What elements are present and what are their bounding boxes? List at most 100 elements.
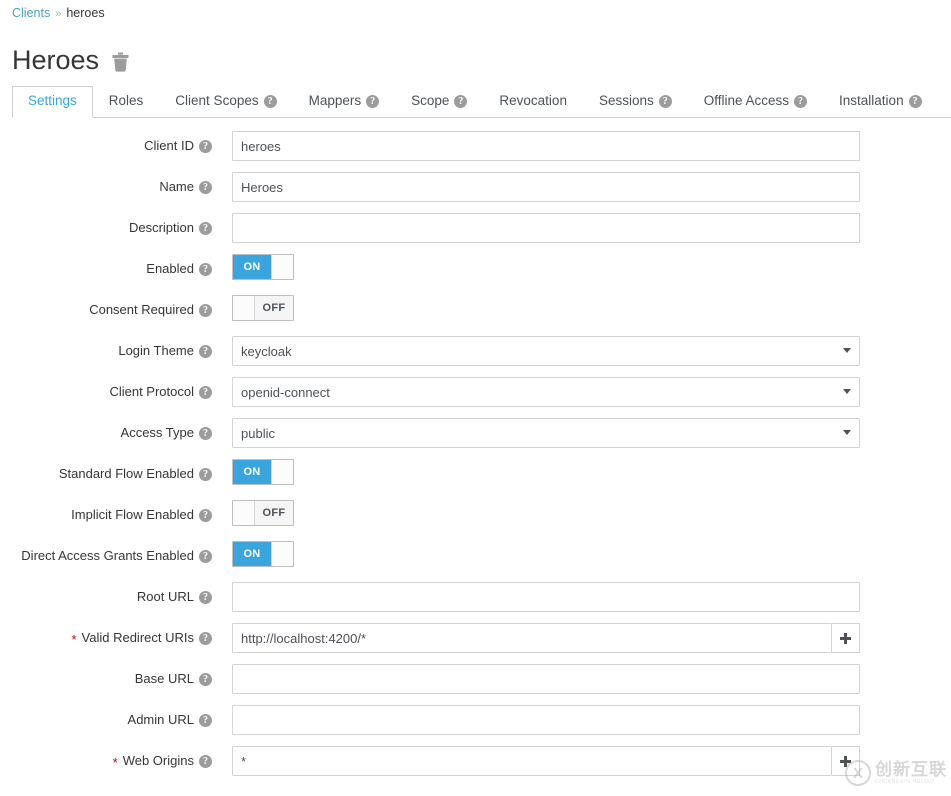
label-text: Standard Flow Enabled: [59, 459, 194, 489]
toggle-on-label: ON: [233, 460, 271, 484]
input-group: [232, 582, 860, 612]
help-icon[interactable]: ?: [454, 95, 467, 108]
tab-label: Settings: [28, 92, 77, 110]
help-icon[interactable]: ?: [199, 140, 212, 153]
input-group: [232, 172, 860, 202]
label-text: Root URL: [137, 582, 194, 612]
field-implicit-flow-enabled: OFF: [220, 500, 294, 526]
direct-access-grants-enabled-toggle[interactable]: ON: [232, 541, 294, 567]
help-icon[interactable]: ?: [199, 263, 212, 276]
help-icon[interactable]: ?: [199, 714, 212, 727]
toggle-knob: [233, 296, 255, 320]
help-icon[interactable]: ?: [366, 95, 379, 108]
tab-scope[interactable]: Scope?: [395, 86, 483, 118]
label-text: Consent Required: [89, 295, 194, 325]
root-url-input[interactable]: [232, 582, 860, 612]
name-input[interactable]: [232, 172, 860, 202]
implicit-flow-enabled-toggle[interactable]: OFF: [232, 500, 294, 526]
tab-roles[interactable]: Roles: [93, 86, 160, 118]
tab-settings[interactable]: Settings: [12, 86, 93, 118]
toggle-on-label: ON: [233, 542, 271, 566]
consent-required-toggle[interactable]: OFF: [232, 295, 294, 321]
help-icon[interactable]: ?: [199, 468, 212, 481]
plus-icon: [840, 633, 851, 644]
valid-redirect-uris-input[interactable]: [232, 623, 832, 653]
field-web-origins: [220, 746, 860, 776]
input-group: [232, 623, 860, 653]
tab-client-scopes[interactable]: Client Scopes?: [159, 86, 292, 118]
help-icon[interactable]: ?: [199, 181, 212, 194]
tab-revocation[interactable]: Revocation: [483, 86, 583, 118]
tab-sessions[interactable]: Sessions?: [583, 86, 688, 118]
breadcrumb-current: heroes: [66, 6, 104, 20]
help-icon[interactable]: ?: [659, 95, 672, 108]
field-login-theme: keycloak: [220, 336, 860, 366]
label-implicit-flow-enabled: Implicit Flow Enabled?: [0, 500, 220, 530]
field-name: [220, 172, 860, 202]
form-row-client-protocol: Client Protocol? openid-connect: [0, 377, 951, 418]
label-text: Client Protocol: [109, 377, 194, 407]
breadcrumb-link-clients[interactable]: Clients: [12, 6, 50, 20]
login-theme-select[interactable]: keycloak: [232, 336, 860, 366]
standard-flow-enabled-toggle[interactable]: ON: [232, 459, 294, 485]
field-client-protocol: openid-connect: [220, 377, 860, 407]
tab-label: Client Scopes: [175, 92, 258, 110]
field-access-type: public: [220, 418, 860, 448]
label-text: Login Theme: [118, 336, 194, 366]
help-icon[interactable]: ?: [199, 673, 212, 686]
input-group: [232, 131, 860, 161]
label-text: Description: [129, 213, 194, 243]
access-type-select[interactable]: public: [232, 418, 860, 448]
client-protocol-select[interactable]: openid-connect: [232, 377, 860, 407]
help-icon[interactable]: ?: [909, 95, 922, 108]
tab-label: Revocation: [499, 92, 567, 110]
help-icon[interactable]: ?: [199, 632, 212, 645]
form-row-direct-access-grants-enabled: Direct Access Grants Enabled?ON: [0, 541, 951, 582]
form-row-name: Name?: [0, 172, 951, 213]
tab-installation[interactable]: Installation?: [823, 86, 938, 118]
label-admin-url: Admin URL?: [0, 705, 220, 735]
help-icon[interactable]: ?: [199, 386, 212, 399]
help-icon[interactable]: ?: [199, 591, 212, 604]
tab-label: Mappers: [309, 92, 362, 110]
admin-url-input[interactable]: [232, 705, 860, 735]
add-valid-redirect-uris-button[interactable]: [832, 623, 860, 653]
description-input[interactable]: [232, 213, 860, 243]
help-icon[interactable]: ?: [199, 427, 212, 440]
label-text: Access Type: [121, 418, 194, 448]
form-row-description: Description?: [0, 213, 951, 254]
label-text: Enabled: [146, 254, 194, 284]
client-id-input[interactable]: [232, 131, 860, 161]
trash-icon[interactable]: [112, 52, 129, 72]
plus-icon: [840, 756, 851, 767]
form-row-client-id: Client ID?: [0, 131, 951, 172]
enabled-toggle[interactable]: ON: [232, 254, 294, 280]
field-base-url: [220, 664, 860, 694]
form-row-root-url: Root URL?: [0, 582, 951, 623]
label-base-url: Base URL?: [0, 664, 220, 694]
client-settings-form: Client ID?Name?Description? Enabled? ON Con…: [0, 131, 951, 787]
label-standard-flow-enabled: Standard Flow Enabled?: [0, 459, 220, 489]
web-origins-input[interactable]: [232, 746, 832, 776]
form-row-implicit-flow-enabled: Implicit Flow Enabled? OFF: [0, 500, 951, 541]
tab-offline-access[interactable]: Offline Access?: [688, 86, 823, 118]
label-text: Web Origins: [123, 746, 194, 776]
add-web-origins-button[interactable]: [832, 746, 860, 776]
form-row-access-type: Access Type? public: [0, 418, 951, 459]
help-icon[interactable]: ?: [264, 95, 277, 108]
help-icon[interactable]: ?: [199, 550, 212, 563]
help-icon[interactable]: ?: [199, 509, 212, 522]
help-icon[interactable]: ?: [199, 755, 212, 768]
input-group: [232, 213, 860, 243]
help-icon[interactable]: ?: [794, 95, 807, 108]
label-description: Description?: [0, 213, 220, 243]
tab-mappers[interactable]: Mappers?: [293, 86, 396, 118]
help-icon[interactable]: ?: [199, 304, 212, 317]
help-icon[interactable]: ?: [199, 345, 212, 358]
label-consent-required: Consent Required?: [0, 295, 220, 325]
label-login-theme: Login Theme?: [0, 336, 220, 366]
base-url-input[interactable]: [232, 664, 860, 694]
label-text: Admin URL: [128, 705, 194, 735]
help-icon[interactable]: ?: [199, 222, 212, 235]
field-description: [220, 213, 860, 243]
